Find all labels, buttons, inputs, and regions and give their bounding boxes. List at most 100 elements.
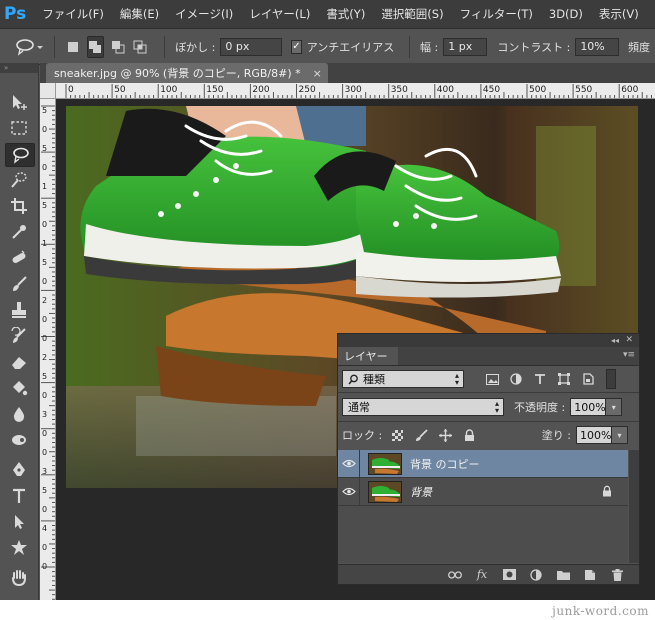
tab-layers[interactable]: レイヤー (338, 347, 398, 365)
intersect-selection-button[interactable] (132, 36, 148, 58)
menu-filter[interactable]: フィルター(T) (452, 6, 541, 22)
layer-row-background-copy[interactable]: 背景 のコピー (338, 449, 628, 478)
ruler-label: 500 (529, 85, 546, 95)
move-icon (13, 95, 27, 110)
fx-button[interactable]: fx (474, 567, 490, 583)
new-layer-button[interactable] (582, 567, 598, 583)
adjustment-layer-filter[interactable] (508, 371, 524, 387)
hand-tool[interactable] (5, 567, 33, 589)
delete-layer-button[interactable] (609, 567, 625, 583)
add-mask-button[interactable] (501, 567, 517, 583)
brush-icon (13, 276, 27, 291)
lock-all[interactable] (461, 427, 477, 443)
blur-icon (13, 407, 25, 422)
menu-edit[interactable]: 編集(E) (112, 6, 167, 22)
close-panel-icon[interactable]: ✕ (625, 334, 633, 347)
path-selection-tool[interactable] (5, 511, 33, 533)
ruler-label: 0 (42, 125, 47, 134)
crop-tool[interactable] (5, 195, 33, 217)
ruler-label: 2 (42, 296, 47, 305)
type-layer-filter[interactable] (532, 371, 548, 387)
add-to-selection-button[interactable] (87, 35, 104, 58)
ruler-label: 450 (483, 85, 500, 95)
magnetic-lasso-icon (16, 38, 43, 56)
history-brush-tool[interactable] (5, 325, 33, 347)
shape-layer-filter[interactable] (556, 371, 572, 387)
document-tab[interactable]: sneaker.jpg @ 90% (背景 のコピー, RGB/8#) * × (46, 63, 328, 83)
pixel-layer-filter[interactable] (484, 371, 500, 387)
ruler-label: 200 (252, 85, 269, 95)
ruler-label: 5 (42, 201, 47, 210)
pen-icon (13, 462, 25, 476)
lock-transparent-pixels[interactable] (389, 427, 405, 443)
menu-layer[interactable]: レイヤー(L) (241, 6, 318, 22)
dodge-tool[interactable] (5, 429, 33, 451)
feather-input[interactable] (220, 37, 283, 56)
vertical-ruler[interactable]: 5 0 5 0 1 5 0 1 5 0 2 0 0 2 5 0 3 0 0 3 5 0 4 0 0 (40, 99, 56, 600)
shape-tool[interactable] (5, 537, 33, 559)
opacity-slider-toggle[interactable]: ▾ (606, 398, 623, 416)
ruler-label: 3 (42, 467, 47, 476)
ruler-origin[interactable] (40, 83, 56, 99)
width-input[interactable] (443, 37, 488, 56)
antialias-checkbox[interactable]: ✓ (291, 39, 302, 54)
antialias-label: アンチエイリアス (306, 40, 395, 54)
new-group-button[interactable] (555, 567, 571, 583)
clone-stamp-tool[interactable] (5, 299, 33, 321)
ruler-label: 5 (42, 486, 47, 495)
type-tool[interactable] (5, 485, 33, 507)
menu-view[interactable]: 表示(V) (591, 6, 647, 22)
frequency-label: 頻度 (627, 40, 650, 54)
ruler-label: 2 (42, 353, 47, 362)
paint-bucket-tool[interactable] (5, 377, 33, 399)
healing-brush-tool[interactable] (5, 247, 33, 269)
tools-panel-collapse[interactable]: » (0, 63, 38, 73)
lock-image-pixels[interactable] (413, 427, 429, 443)
opacity-input[interactable]: 100% (570, 398, 607, 416)
fill-slider-toggle[interactable]: ▾ (612, 426, 628, 444)
ruler-label: 400 (437, 85, 454, 95)
layers-panel-header: ◂◂ ✕ (338, 334, 639, 347)
blur-tool[interactable] (5, 403, 33, 425)
menu-window[interactable]: ウィン (647, 6, 655, 22)
layer-filter-select[interactable]: 種類 ▴ ▾ (342, 370, 464, 388)
menu-select[interactable]: 選択範囲(S) (373, 6, 451, 22)
contrast-input[interactable] (575, 37, 620, 56)
layer-row-background[interactable]: 背景 (338, 477, 628, 506)
new-adjustment-button[interactable] (528, 567, 544, 583)
menu-image[interactable]: イメージ(I) (167, 6, 241, 22)
eyedropper-tool[interactable] (5, 221, 33, 243)
ruler-label: 0 (42, 505, 47, 514)
tool-preset-picker[interactable] (14, 35, 44, 59)
layer-list-scrollbar[interactable] (629, 450, 639, 563)
link-layers-button[interactable] (447, 567, 463, 583)
menu-file[interactable]: ファイル(F) (34, 6, 112, 22)
quick-selection-tool[interactable] (5, 169, 33, 191)
collapse-panel-icon[interactable]: ◂◂ (611, 334, 619, 347)
fill-input[interactable]: 100% (576, 426, 612, 444)
magnetic-lasso-tool[interactable] (5, 143, 35, 167)
magnetic-lasso-tool-icon (13, 147, 29, 164)
horizontal-ruler[interactable]: 0 50 100 150 200 250 300 350 400 450 500 550 600 (56, 83, 655, 99)
filter-toggle[interactable] (606, 369, 616, 389)
blend-mode-select[interactable]: 通常 ▴ ▾ (342, 398, 504, 416)
menu-type[interactable]: 書式(Y) (318, 6, 373, 22)
menu-3d[interactable]: 3D(D) (541, 7, 591, 21)
subtract-from-selection-button[interactable] (110, 36, 126, 58)
panel-menu-icon[interactable]: ▾≡ (623, 350, 635, 360)
new-selection-button[interactable] (65, 36, 81, 58)
clone-stamp-icon (12, 302, 26, 318)
smart-object-filter[interactable] (580, 371, 596, 387)
folder-icon (556, 570, 570, 580)
marquee-tool[interactable] (5, 117, 33, 139)
close-icon[interactable]: × (313, 67, 322, 80)
move-tool[interactable] (5, 91, 33, 113)
lock-position[interactable] (437, 427, 453, 443)
layer-thumbnail-image (369, 453, 401, 474)
dodge-icon (12, 435, 26, 445)
brush-tool[interactable] (5, 273, 33, 295)
visibility-toggle[interactable] (338, 477, 360, 506)
visibility-toggle[interactable] (338, 449, 360, 478)
eraser-tool[interactable] (5, 351, 33, 373)
pen-tool[interactable] (5, 459, 33, 481)
